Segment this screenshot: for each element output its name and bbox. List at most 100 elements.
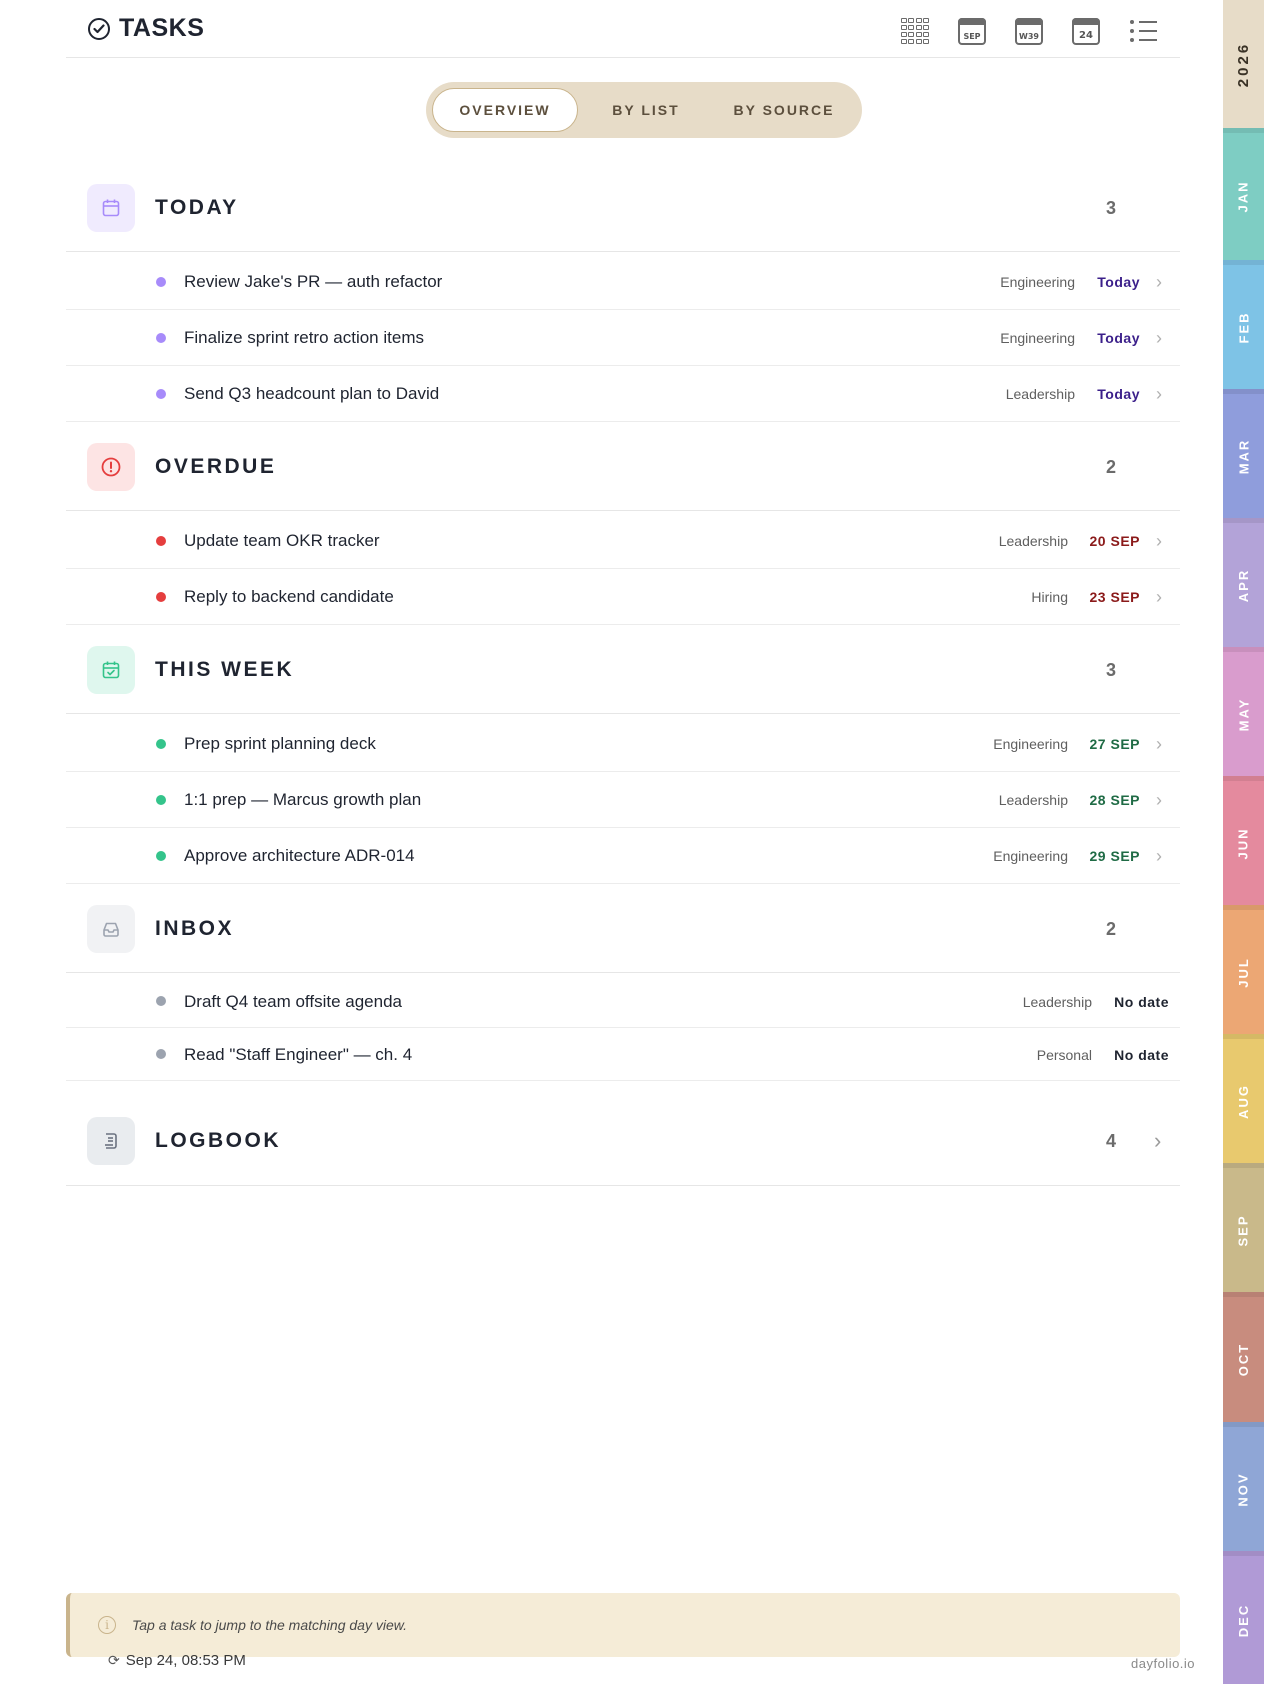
section-title: TODAY [155, 196, 239, 219]
info-icon: i [98, 1616, 116, 1634]
chevron-right-icon: › [1156, 845, 1162, 866]
year-label: 2026 [1235, 41, 1252, 87]
task-row[interactable]: Read "Staff Engineer" — ch. 4 Personal N… [66, 1028, 1180, 1081]
task-row[interactable]: Update team OKR tracker Leadership 20 SE… [66, 513, 1180, 569]
calendar-month-icon: SEP [958, 17, 986, 45]
task-list-tag: Engineering [1000, 274, 1075, 290]
calendar-check-icon [87, 646, 135, 694]
task-due-date: 29 SEP [1089, 848, 1140, 864]
section-count: 3 [1106, 197, 1117, 218]
calendar-day-icon: 24 [1072, 17, 1100, 45]
inbox-icon [87, 905, 135, 953]
task-row[interactable]: Review Jake's PR — auth refactor Enginee… [66, 254, 1180, 310]
year-tab[interactable]: 2026 [1223, 0, 1264, 128]
month-tab-nov[interactable]: NOV [1223, 1422, 1264, 1551]
section-count: 2 [1106, 456, 1117, 477]
month-label: JUL [1236, 956, 1251, 988]
sync-timestamp: Sep 24, 08:53 PM [125, 1652, 246, 1669]
status-dot [156, 739, 166, 749]
month-tab-mar[interactable]: MAR [1223, 389, 1264, 518]
calendar-icon [87, 184, 135, 232]
chevron-right-icon: › [1154, 1128, 1162, 1153]
day-view-button[interactable]: 24 [1071, 16, 1101, 46]
section-count: 4 [1106, 1130, 1117, 1151]
month-view-label: SEP [963, 31, 981, 41]
month-label: APR [1235, 568, 1251, 602]
month-tab-jul[interactable]: JUL [1223, 905, 1264, 1034]
sync-status: ⟳ Sep 24, 08:53 PM [108, 1652, 246, 1669]
view-toolbar: SEP W39 24 [900, 16, 1158, 46]
month-label: JUN [1235, 826, 1251, 860]
month-tab-oct[interactable]: OCT [1223, 1292, 1264, 1422]
status-dot [156, 536, 166, 546]
task-row[interactable]: Approve architecture ADR-014 Engineering… [66, 828, 1180, 884]
page-title: TASKS [119, 14, 205, 42]
status-dot [156, 795, 166, 805]
week-view-label: W39 [1019, 31, 1039, 41]
calendar-week-icon: W39 [1015, 17, 1043, 45]
task-title: Read "Staff Engineer" — ch. 4 [184, 1044, 413, 1064]
task-due-date: No date [1114, 993, 1169, 1010]
month-label: JAN [1235, 180, 1251, 213]
year-grid-view-button[interactable] [900, 16, 930, 46]
task-due-date: No date [1114, 1046, 1169, 1063]
month-label: FEB [1236, 311, 1251, 343]
alert-circle-icon [87, 443, 135, 491]
task-list-tag: Engineering [993, 736, 1068, 752]
section-today-header: TODAY 3 [66, 164, 1180, 252]
task-due-date: Today [1097, 386, 1140, 402]
status-dot [156, 389, 166, 399]
month-tab-feb[interactable]: FEB [1223, 260, 1264, 389]
task-row[interactable]: Prep sprint planning deck Engineering 27… [66, 716, 1180, 772]
grid-icon [900, 18, 930, 44]
task-list-tag: Engineering [1000, 330, 1075, 346]
check-circle-icon [88, 17, 110, 40]
section-this-week-header: THIS WEEK 3 [66, 626, 1180, 714]
task-row[interactable]: Reply to backend candidate Hiring 23 SEP… [66, 569, 1180, 625]
task-row[interactable]: Finalize sprint retro action items Engin… [66, 310, 1180, 366]
chevron-right-icon: › [1156, 383, 1162, 404]
task-due-date: 23 SEP [1089, 589, 1140, 605]
month-tab-may[interactable]: MAY [1223, 647, 1264, 776]
task-list-tag: Personal [1036, 1046, 1092, 1063]
task-list-tag: Leadership [998, 533, 1068, 549]
status-dot [156, 1049, 166, 1059]
section-title: INBOX [155, 917, 235, 940]
tab-by-list[interactable]: BY LIST [586, 88, 706, 132]
tab-overview[interactable]: OVERVIEW [432, 88, 578, 132]
section-logbook-header[interactable]: LOGBOOK 4 › [66, 1096, 1180, 1186]
month-tab-dec[interactable]: DEC [1223, 1551, 1264, 1684]
chevron-right-icon: › [1156, 271, 1162, 292]
chevron-right-icon: › [1156, 733, 1162, 754]
section-count: 2 [1106, 918, 1117, 939]
month-tab-sep[interactable]: SEP [1223, 1163, 1264, 1292]
status-dot [156, 277, 166, 287]
task-list-tag: Leadership [1005, 386, 1075, 402]
task-row[interactable]: Draft Q4 team offsite agenda Leadership … [66, 975, 1180, 1028]
week-view-button[interactable]: W39 [1014, 16, 1044, 46]
section-title: THIS WEEK [155, 658, 295, 681]
sync-icon: ⟳ [108, 1652, 120, 1668]
task-due-date: Today [1097, 274, 1140, 290]
month-label: SEP [1235, 1213, 1251, 1247]
site-domain: dayfolio.io [1131, 1656, 1196, 1671]
day-view-label: 24 [1079, 29, 1093, 41]
task-row[interactable]: 1:1 prep — Marcus growth plan Leadership… [66, 772, 1180, 828]
month-tab-aug[interactable]: AUG [1223, 1034, 1264, 1163]
month-view-button[interactable]: SEP [957, 16, 987, 46]
list-view-button[interactable] [1128, 16, 1158, 46]
section-title: LOGBOOK [155, 1129, 281, 1152]
section-overdue-header: OVERDUE 2 [66, 423, 1180, 511]
task-title: Approve architecture ADR-014 [184, 846, 415, 865]
tab-by-source[interactable]: BY SOURCE [714, 88, 854, 132]
month-tab-jun[interactable]: JUN [1223, 776, 1264, 905]
list-icon [1129, 20, 1157, 42]
hint-text: Tap a task to jump to the matching day v… [132, 1617, 407, 1633]
task-row[interactable]: Send Q3 headcount plan to David Leadersh… [66, 366, 1180, 422]
month-tab-apr[interactable]: APR [1223, 518, 1264, 647]
brand: TASKS [88, 14, 204, 43]
month-label: MAR [1235, 438, 1251, 474]
month-tab-jan[interactable]: JAN [1223, 128, 1264, 260]
task-title: Reply to backend candidate [184, 587, 394, 606]
task-title: Update team OKR tracker [184, 531, 380, 550]
